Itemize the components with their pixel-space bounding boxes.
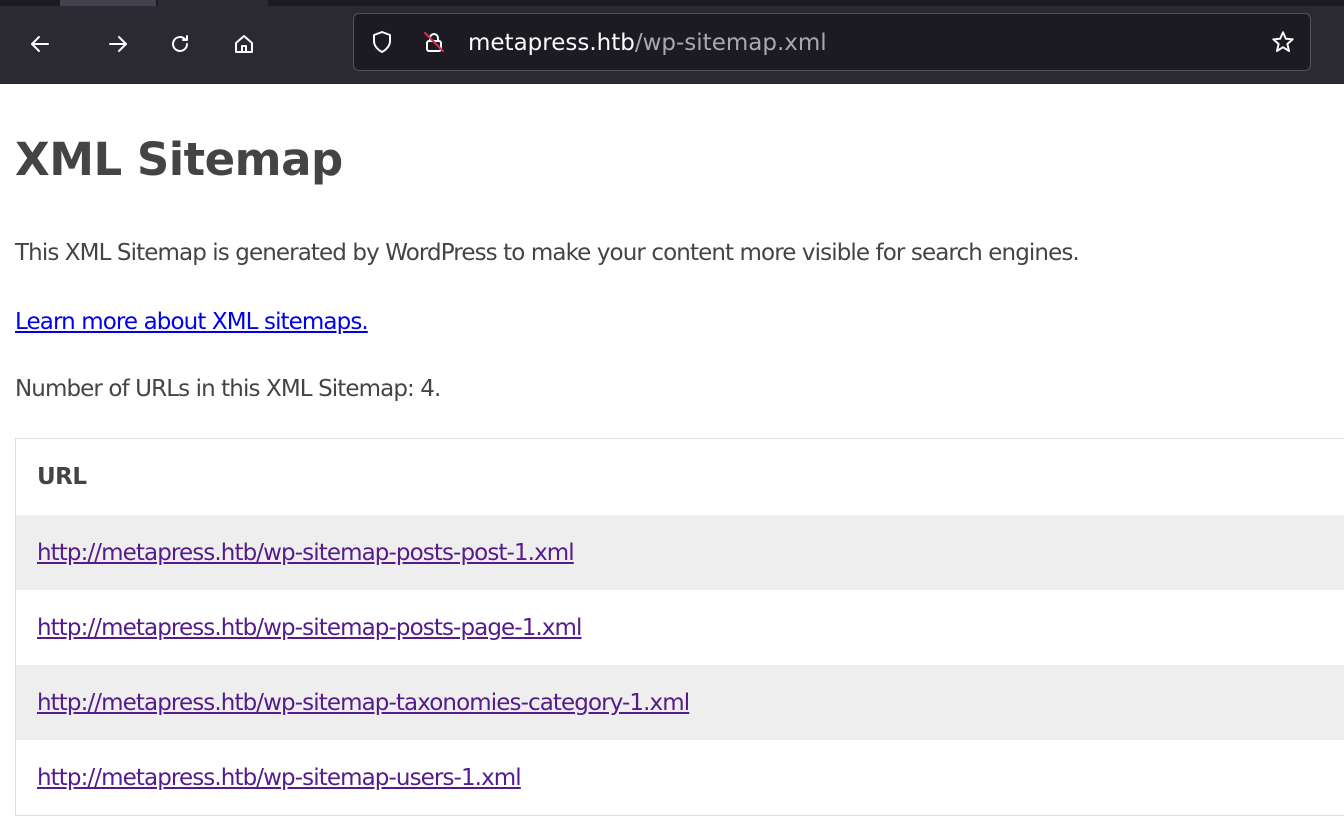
url-count: Number of URLs in this XML Sitemap: 4. (15, 376, 441, 402)
table-row: http://metapress.htb/wp-sitemap-taxonomi… (15, 665, 1344, 740)
table-cell: http://metapress.htb/wp-sitemap-users-1.… (16, 740, 1344, 816)
home-icon (235, 35, 253, 53)
sitemap-table: URL http://metapress.htb/wp-sitemap-post… (15, 438, 1344, 816)
learn-more-link[interactable]: Learn more about XML sitemaps. (15, 305, 369, 339)
table-row: http://metapress.htb/wp-sitemap-posts-pa… (16, 590, 1344, 665)
sitemap-link[interactable]: http://metapress.htb/wp-sitemap-posts-pa… (37, 615, 582, 641)
back-button[interactable] (20, 24, 60, 64)
url-path: /wp-sitemap.xml (634, 30, 827, 56)
tab-strip (0, 0, 1344, 6)
sitemap-link[interactable]: http://metapress.htb/wp-sitemap-users-1.… (37, 765, 522, 791)
back-arrow-icon (31, 36, 49, 52)
bookmark-star-icon[interactable] (1270, 29, 1296, 55)
sitemap-description: This XML Sitemap is generated by WordPre… (15, 240, 1080, 266)
forward-arrow-icon (109, 36, 127, 52)
table-header-row: URL (16, 439, 1344, 516)
table-cell: http://metapress.htb/wp-sitemap-posts-pa… (16, 590, 1344, 665)
address-bar[interactable]: metapress.htb/wp-sitemap.xml (353, 13, 1311, 71)
shield-icon[interactable] (370, 30, 394, 54)
reload-button[interactable] (160, 24, 200, 64)
url-text[interactable]: metapress.htb/wp-sitemap.xml (468, 28, 827, 58)
forward-button[interactable] (98, 24, 138, 64)
sitemap-link[interactable]: http://metapress.htb/wp-sitemap-taxonomi… (37, 690, 690, 716)
table-row: http://metapress.htb/wp-sitemap-posts-po… (15, 515, 1344, 590)
browser-toolbar: metapress.htb/wp-sitemap.xml (0, 0, 1344, 84)
sitemap-link[interactable]: http://metapress.htb/wp-sitemap-posts-po… (37, 540, 575, 566)
insecure-lock-icon[interactable] (422, 30, 446, 54)
tab[interactable] (60, 0, 156, 6)
url-host: metapress.htb (468, 30, 635, 56)
home-button[interactable] (224, 24, 264, 64)
table-cell: http://metapress.htb/wp-sitemap-taxonomi… (15, 665, 1344, 740)
table-row: http://metapress.htb/wp-sitemap-users-1.… (16, 740, 1344, 816)
tab-active[interactable] (158, 0, 268, 6)
reload-icon (172, 35, 188, 52)
column-header-url: URL (37, 464, 87, 490)
page-title: XML Sitemap (15, 133, 343, 186)
table-cell: http://metapress.htb/wp-sitemap-posts-po… (15, 515, 1344, 590)
